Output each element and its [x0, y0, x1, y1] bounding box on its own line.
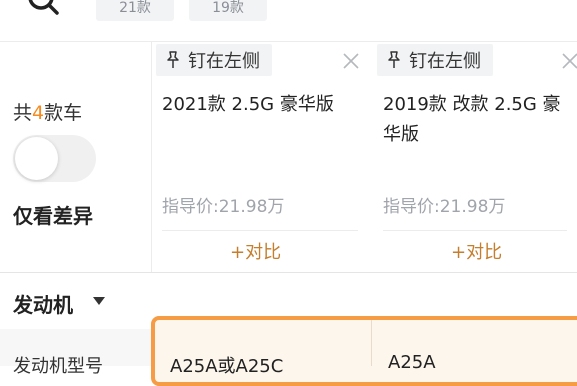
pin-left-button[interactable]: 钉在左侧	[156, 44, 272, 76]
pin-label: 钉在左侧	[409, 51, 481, 72]
year-tab-21[interactable]: 21款	[96, 0, 174, 21]
pin-label: 钉在左侧	[188, 51, 260, 72]
car-name: 2021款 2.5G 豪华版	[162, 94, 334, 115]
top-bar: 21款 19款	[0, 0, 577, 40]
card-divider	[162, 230, 358, 231]
engine-model-value-2: A25A	[388, 352, 436, 373]
pin-icon	[167, 51, 179, 68]
section-divider	[0, 272, 577, 273]
car-count-label: 共4款车	[13, 102, 83, 124]
cell-divider	[371, 320, 372, 366]
engine-model-label: 发动机型号	[13, 356, 103, 377]
car-card-2: 钉在左侧 2019款 改款 2.5G 豪华版 指导价:21.98万 +对比	[373, 42, 577, 272]
pin-left-button[interactable]: 钉在左侧	[377, 44, 493, 76]
diff-only-toggle[interactable]	[13, 135, 96, 182]
toggle-knob	[15, 137, 58, 180]
car-card-1: 钉在左侧 2021款 2.5G 豪华版 指导价:21.98万 +对比	[152, 42, 372, 272]
car-count-number: 4	[32, 102, 45, 124]
diff-only-label: 仅看差异	[13, 204, 93, 228]
engine-section-title[interactable]: 发动机	[13, 289, 73, 318]
car-name: 2019款 改款 2.5G 豪华版	[383, 94, 561, 145]
guide-price: 指导价:21.98万	[162, 197, 285, 217]
engine-model-value-1: A25A或A25C	[170, 356, 284, 377]
guide-price: 指导价:21.98万	[383, 197, 506, 217]
year-tab-19[interactable]: 19款	[189, 0, 267, 21]
close-icon[interactable]	[340, 50, 362, 72]
add-compare-button[interactable]: +对比	[451, 238, 502, 264]
card-divider	[383, 230, 567, 231]
pin-icon	[388, 51, 400, 68]
close-icon[interactable]	[559, 50, 577, 72]
add-compare-button[interactable]: +对比	[230, 238, 281, 264]
search-icon[interactable]	[26, 0, 60, 18]
chevron-down-icon[interactable]	[93, 297, 105, 305]
